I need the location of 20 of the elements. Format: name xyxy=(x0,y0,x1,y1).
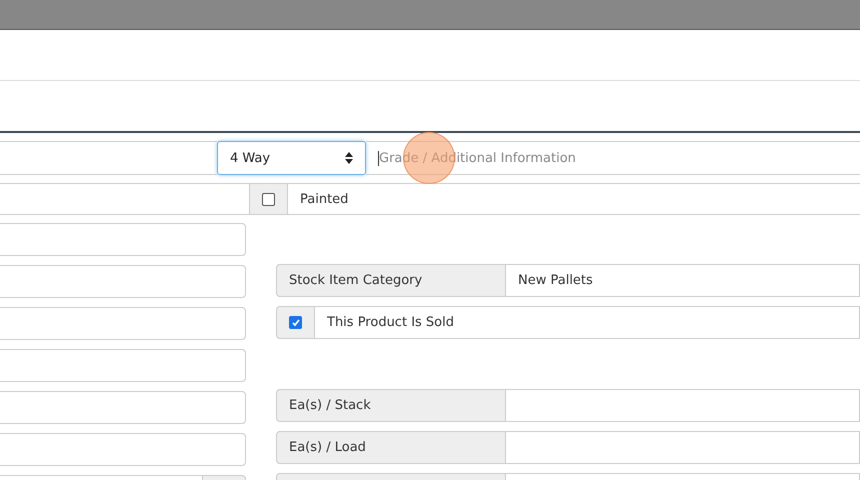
text-field[interactable] xyxy=(0,223,246,256)
value-field[interactable]: New Pallets xyxy=(506,264,860,297)
sort-caret-icon xyxy=(345,152,353,164)
value-field[interactable] xyxy=(506,431,860,464)
field-label: Ea(s) / Stack xyxy=(276,389,506,422)
value-field[interactable] xyxy=(506,389,860,422)
type-select[interactable]: 4 Way xyxy=(217,141,366,175)
text-field[interactable] xyxy=(0,265,246,298)
text-field[interactable] xyxy=(0,391,246,424)
painted-label: Painted xyxy=(288,183,860,215)
text-field[interactable] xyxy=(0,141,217,175)
checkbox-label: This Product Is Sold xyxy=(315,306,860,339)
text-field[interactable] xyxy=(0,433,246,466)
painted-checkbox[interactable] xyxy=(262,192,275,206)
text-field[interactable] xyxy=(0,307,246,340)
text-field[interactable] xyxy=(0,349,246,382)
sold-checkbox[interactable] xyxy=(289,316,302,329)
field-label: Stock Item Category xyxy=(276,264,506,297)
text-field[interactable] xyxy=(0,183,249,215)
field-label: Ea(s) / Load xyxy=(276,431,506,464)
